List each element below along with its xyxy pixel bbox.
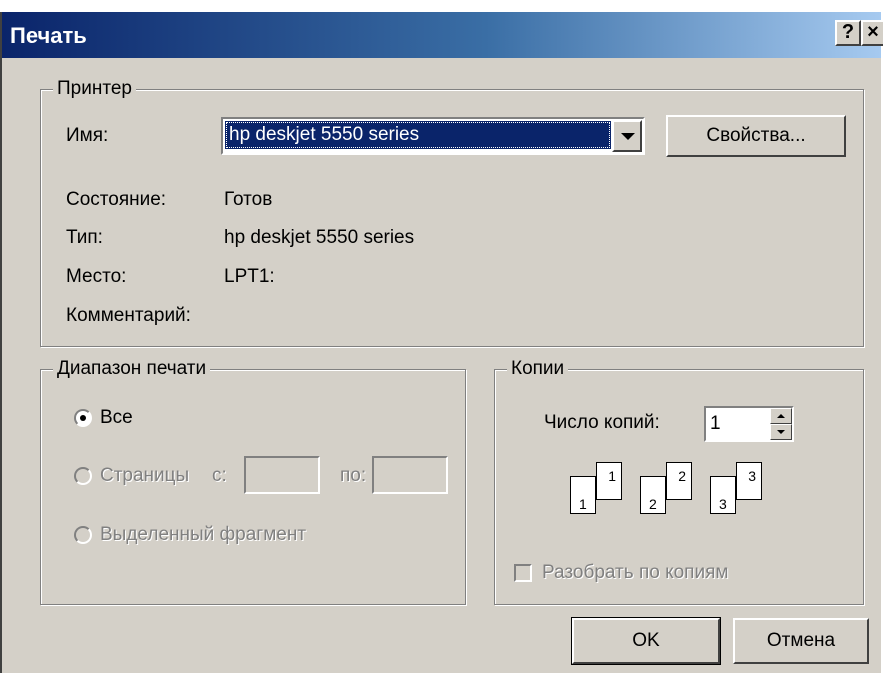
printer-status-value: Готов [224,189,273,210]
range-pages-radio[interactable] [74,467,92,485]
collate-checkbox[interactable] [514,564,532,582]
dropdown-arrow-icon[interactable] [612,120,642,152]
printer-type-label: Тип: [66,227,103,248]
page-icon: 3 [736,462,762,500]
spin-down-icon[interactable] [770,424,792,440]
printer-location-value: LPT1: [224,266,275,287]
page-icon: 2 [640,476,666,514]
properties-button[interactable]: Свойства... [666,115,846,157]
title-bar[interactable]: Печать ? × [2,12,883,58]
printer-name-combobox[interactable]: hp deskjet 5550 series [221,117,645,155]
printer-status-label: Состояние: [66,189,167,210]
spin-up-icon[interactable] [770,408,792,424]
print-range-group-legend: Диапазон печати [53,358,211,380]
copies-count-spinner[interactable]: 1 [704,406,794,442]
range-pages-label[interactable]: Страницы [100,465,189,487]
printer-group-legend: Принтер [53,78,136,100]
range-all-radio[interactable] [74,409,92,427]
range-to-input[interactable] [372,456,448,494]
range-to-label: по: [340,465,367,486]
dialog-title: Печать [10,23,87,48]
close-button[interactable]: × [861,20,883,46]
copies-count-value: 1 [710,413,721,434]
range-selection-radio[interactable] [74,526,92,544]
radio-dot [80,415,86,421]
page-icon: 2 [666,462,692,500]
printer-type-value: hp deskjet 5550 series [224,227,415,248]
range-all-label[interactable]: Все [100,407,133,429]
cancel-button[interactable]: Отмена [733,618,869,664]
range-from-label: с: [212,465,227,486]
page-icon: 3 [710,476,736,514]
page-icon: 1 [570,476,596,514]
ok-button[interactable]: OK [571,617,721,665]
copies-count-label: Число копий: [544,412,660,433]
range-from-input[interactable] [244,456,320,494]
collate-label[interactable]: Разобрать по копиям [542,562,728,584]
print-dialog: Печать ? × Принтер Имя: hp deskjet 5550 … [0,12,883,673]
printer-comment-label: Комментарий: [66,305,191,326]
copies-group-legend: Копии [507,358,569,380]
help-button[interactable]: ? [835,20,861,46]
printer-name-value: hp deskjet 5550 series [225,121,611,149]
page-icon: 1 [596,462,622,500]
printer-name-label: Имя: [66,125,109,146]
printer-location-label: Место: [66,266,127,287]
range-selection-label[interactable]: Выделенный фрагмент [100,524,306,546]
